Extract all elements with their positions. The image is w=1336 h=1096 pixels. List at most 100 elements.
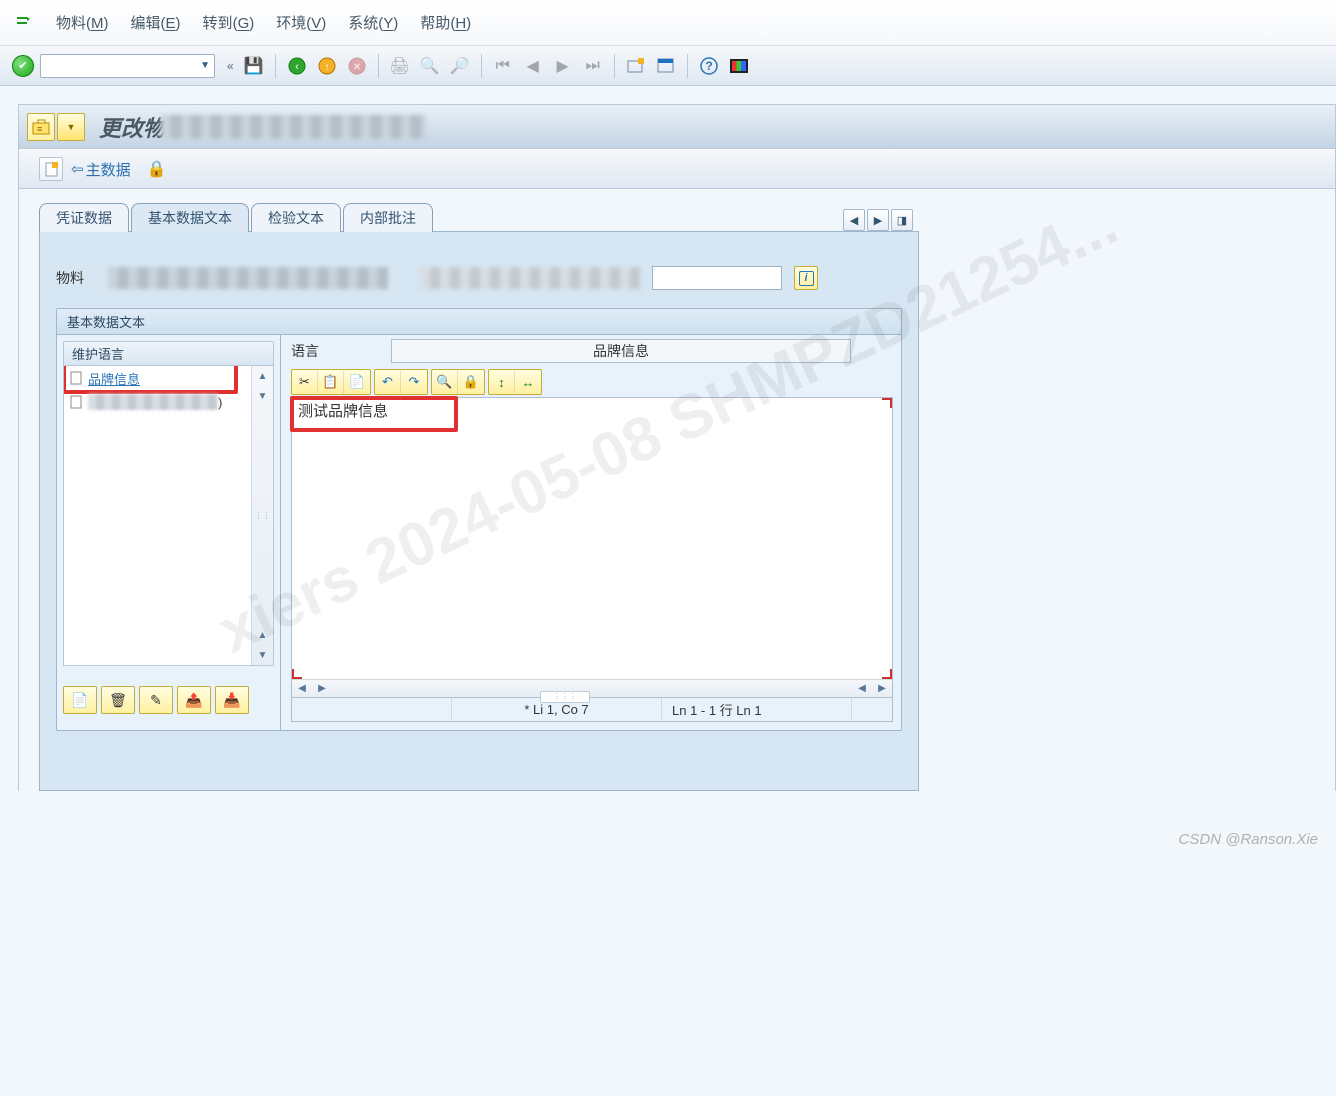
tab-list-button[interactable]: ◨: [891, 209, 913, 231]
last-page-icon: ⏭: [581, 55, 605, 77]
scroll-up2-icon[interactable]: ▲: [258, 625, 268, 645]
toolbar-sep: [275, 54, 276, 78]
text-editor[interactable]: 测试品牌信息: [292, 398, 892, 679]
prev-page-icon: ◀: [521, 55, 545, 77]
tab-basic-text[interactable]: 基本数据文本: [131, 203, 249, 232]
info-button[interactable]: i: [794, 266, 818, 290]
scroll-up-icon[interactable]: ▲: [258, 366, 268, 386]
dropdown-button[interactable]: ▼: [57, 113, 85, 141]
lang-list: 品牌信息 ) ▲ ▼ ⋮⋮ ▲ ▼: [63, 366, 274, 666]
redo-button[interactable]: ↷: [401, 370, 427, 394]
delete-lang-button[interactable]: 🗑: [101, 686, 135, 714]
print-icon: 🖨: [388, 55, 412, 77]
transaction-icon-button[interactable]: ≡: [27, 113, 55, 141]
redacted-material-desc: [420, 267, 640, 289]
scroll-down-icon[interactable]: ▼: [258, 386, 268, 406]
paste-button[interactable]: 📄: [344, 370, 370, 394]
doc-icon: [70, 371, 84, 385]
tab-inspection-text[interactable]: 检验文本: [251, 203, 341, 232]
basic-text-groupbox: 基本数据文本 维护语言 品牌信息 ): [56, 308, 902, 731]
editor-lang-label: 语言: [291, 341, 319, 361]
lang-row-redacted[interactable]: ): [64, 390, 273, 414]
scroll-right-icon[interactable]: ▶: [312, 683, 332, 694]
svg-text:?: ?: [705, 59, 712, 73]
redacted-label: [88, 394, 218, 410]
save-local-button[interactable]: ↔: [515, 370, 541, 394]
text-editor-frame: 测试品牌信息 ◀ ▶ ⋮⋮⋮ ◀ ▶: [291, 397, 893, 698]
create-shortcut-icon[interactable]: [654, 55, 678, 77]
menubar: 物料(M) 编辑(E) 转到(G) 环境(V) 系统(Y) 帮助(H): [0, 0, 1336, 46]
next-page-icon: ▶: [551, 55, 575, 77]
first-page-icon: ⏮: [491, 55, 515, 77]
editor-status-bar: * Li 1, Co 7 Ln 1 - 1 行 Ln 1: [291, 698, 893, 722]
load-button[interactable]: ↕: [489, 370, 515, 394]
editor-h-scrollbar[interactable]: ◀ ▶ ⋮⋮⋮ ◀ ▶: [292, 679, 892, 697]
editor-lang-value: 品牌信息: [391, 339, 851, 363]
menu-goto[interactable]: 转到(G): [203, 12, 255, 33]
lang-scrollbar[interactable]: ▲ ▼ ⋮⋮ ▲ ▼: [251, 366, 273, 665]
content-area: 凭证数据 基本数据文本 检验文本 内部批注 ◀ ▶ ◨ 物料 i 基本数据文本 …: [19, 189, 1335, 791]
new-session-icon[interactable]: [624, 55, 648, 77]
info-icon: i: [799, 271, 814, 286]
tab-scroll-right[interactable]: ▶: [867, 209, 889, 231]
edit-lang-button[interactable]: ✎: [139, 686, 173, 714]
lang-row-brand[interactable]: 品牌信息: [64, 366, 273, 390]
find-next-icon: 🔎: [448, 55, 472, 77]
editor-panel: 语言 品牌信息 ✂ 📋 📄 ↶ ↷: [281, 335, 901, 730]
cancel-icon[interactable]: ✕: [345, 55, 369, 77]
tab-internal-comment[interactable]: 内部批注: [343, 203, 433, 232]
csdn-watermark: CSDN @Ranson.Xie: [1179, 831, 1318, 848]
create-lang-button[interactable]: 📄: [63, 686, 97, 714]
menu-system[interactable]: 系统(Y): [348, 12, 398, 33]
toolbar-sep: [378, 54, 379, 78]
lang-row-label: 品牌信息: [88, 369, 140, 388]
maintain-lang-header: 维护语言: [63, 341, 274, 366]
scroll-left2-icon[interactable]: ◀: [852, 683, 872, 694]
tabstrip: 凭证数据 基本数据文本 检验文本 内部批注 ◀ ▶ ◨: [39, 199, 919, 231]
menu-material[interactable]: 物料(M): [56, 12, 109, 33]
find-lock-button[interactable]: 🔒: [458, 370, 484, 394]
scroll-left-icon[interactable]: ◀: [292, 683, 312, 694]
toolbar-sep: [614, 54, 615, 78]
help-icon[interactable]: ?: [697, 55, 721, 77]
back-icon[interactable]: ‹: [285, 55, 309, 77]
command-field[interactable]: ▼: [40, 54, 215, 78]
export-lang-button[interactable]: 📤: [177, 686, 211, 714]
enter-button[interactable]: [12, 55, 34, 77]
lang-buttons: 📄 🗑 ✎ 📤 📥: [63, 686, 274, 714]
menu-edit[interactable]: 编辑(E): [131, 12, 181, 33]
system-menu-icon[interactable]: [14, 13, 34, 33]
copy-button[interactable]: 📋: [318, 370, 344, 394]
additional-data-button[interactable]: [39, 157, 63, 181]
app-toolbar: ⇦ 主数据 🔒: [19, 149, 1335, 189]
status-spacer: [852, 698, 892, 721]
tab-document-data[interactable]: 凭证数据: [39, 203, 129, 232]
menu-env[interactable]: 环境(V): [276, 12, 326, 33]
status-lines: Ln 1 - 1 行 Ln 1: [662, 698, 852, 721]
maintain-lang-panel: 维护语言 品牌信息 ) ▲ ▼: [57, 335, 281, 730]
scroll-grip[interactable]: ⋮⋮: [255, 406, 271, 625]
tab-scroll-left[interactable]: ◀: [843, 209, 865, 231]
scroll-grip[interactable]: ⋮⋮⋮: [540, 691, 590, 703]
layout-icon[interactable]: [727, 55, 751, 77]
lock-icon[interactable]: 🔒: [147, 159, 167, 179]
scroll-right2-icon[interactable]: ▶: [872, 683, 892, 694]
find-button[interactable]: 🔍: [432, 370, 458, 394]
save-icon[interactable]: 💾: [242, 55, 266, 77]
menu-help[interactable]: 帮助(H): [420, 12, 471, 33]
arrow-left-icon: ⇦: [71, 160, 84, 178]
scroll-down2-icon[interactable]: ▼: [258, 645, 268, 665]
exit-icon[interactable]: ↑: [315, 55, 339, 77]
import-lang-button[interactable]: 📥: [215, 686, 249, 714]
cut-button[interactable]: ✂: [292, 370, 318, 394]
redacted-material-id: [108, 267, 388, 289]
collapse-icon[interactable]: «: [227, 59, 234, 73]
material-row: 物料 i: [56, 266, 902, 290]
chevron-down-icon: ▼: [67, 122, 76, 132]
material-input[interactable]: [652, 266, 782, 290]
main-data-link[interactable]: ⇦ 主数据: [71, 159, 131, 180]
page-title: 更改物: [99, 111, 165, 143]
editor-toolbar: ✂ 📋 📄 ↶ ↷ 🔍 🔒 ↕: [291, 369, 893, 395]
chevron-down-icon: ▼: [200, 60, 210, 71]
undo-button[interactable]: ↶: [375, 370, 401, 394]
